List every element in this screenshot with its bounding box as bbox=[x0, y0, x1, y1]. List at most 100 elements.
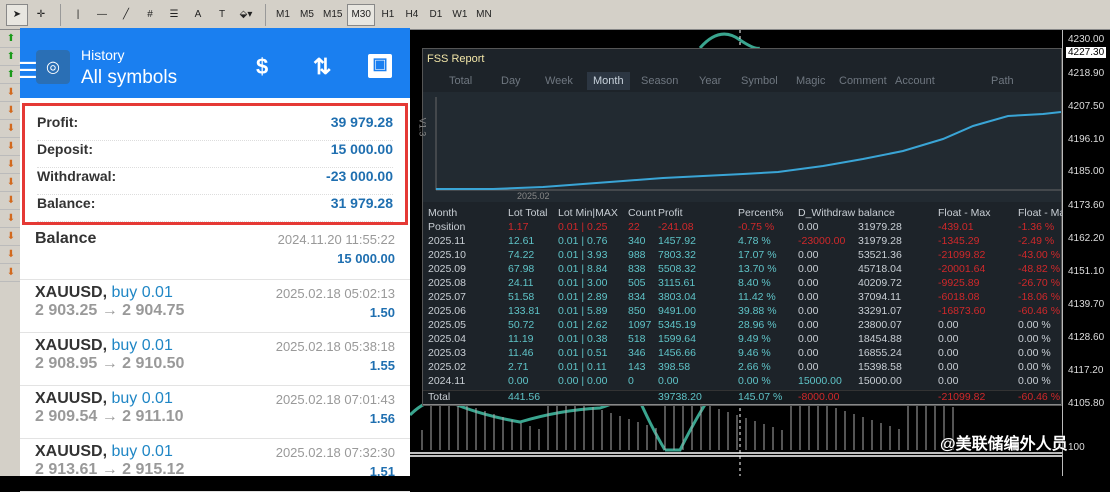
tab-day[interactable]: Day bbox=[501, 75, 521, 87]
timeframe-mn[interactable]: MN bbox=[473, 4, 495, 26]
total-cell: 441.56 bbox=[508, 391, 541, 403]
calendar-icon[interactable]: ▣ bbox=[368, 54, 392, 78]
tab-week[interactable]: Week bbox=[545, 75, 573, 87]
watermark: @美联储编外人员 bbox=[940, 436, 1068, 453]
trendline-tool[interactable]: ╱ bbox=[115, 4, 137, 26]
total-cell: Total bbox=[428, 391, 451, 403]
tab-account[interactable]: Account bbox=[895, 75, 935, 87]
text-label-tool-icon[interactable]: T bbox=[211, 4, 233, 26]
symbol-row[interactable]: ⬇ bbox=[0, 138, 22, 156]
table-cell: 5345.19 bbox=[658, 319, 696, 331]
total-cell: -8000.00 bbox=[798, 391, 840, 403]
trade-item[interactable]: XAUUSD, buy 0.01 2 908.95 → 2 910.50 2025.… bbox=[20, 333, 410, 386]
horizontal-line-tool[interactable]: — bbox=[91, 4, 113, 26]
table-cell: 2024.11 bbox=[428, 375, 466, 387]
crosshair-tool[interactable]: ✛ bbox=[30, 4, 52, 26]
symbol-row[interactable]: ⬇ bbox=[0, 174, 22, 192]
text-tool[interactable]: A bbox=[187, 4, 209, 26]
table-cell: 0.00 % bbox=[738, 375, 771, 387]
table-row: 2025.07 51.58 0.01 | 2.89 834 3803.04 11.42 %… bbox=[423, 291, 1061, 305]
sort-icon[interactable]: ⇅ bbox=[313, 54, 331, 80]
symbol-row[interactable]: ⬇ bbox=[0, 246, 22, 264]
tab-comment[interactable]: Comment bbox=[839, 75, 887, 87]
arrows-tool-icon[interactable]: ⬙▾ bbox=[235, 4, 257, 26]
trade-title: XAUUSD, buy 0.01 bbox=[35, 443, 173, 461]
column-header: Float - Max bbox=[938, 207, 991, 219]
price-label: 4128.60 bbox=[1068, 332, 1105, 343]
vertical-line-tool[interactable]: | bbox=[67, 4, 89, 26]
timeframe-m5[interactable]: M5 bbox=[296, 4, 318, 26]
channel-tool-icon[interactable]: # bbox=[139, 4, 161, 26]
timeframe-m1[interactable]: M1 bbox=[272, 4, 294, 26]
menu-icon[interactable]: ☰ bbox=[18, 58, 38, 84]
indicator-line bbox=[698, 32, 761, 50]
table-cell: -18.06 % bbox=[1018, 291, 1061, 303]
table-cell: -1.36 % bbox=[1018, 221, 1055, 233]
timeframe-w1[interactable]: W1 bbox=[449, 4, 471, 26]
table-cell: 0.00 bbox=[798, 333, 819, 345]
symbol-filter[interactable]: All symbols bbox=[81, 67, 177, 89]
total-cell: -21099.82 bbox=[938, 391, 986, 403]
table-cell: 28.96 % bbox=[738, 319, 777, 331]
table-cell: 5508.32 bbox=[658, 263, 696, 275]
price-label: 100 bbox=[1068, 442, 1085, 453]
summary-row: Balance: 31 979.28 bbox=[37, 195, 393, 222]
timeframe-d1[interactable]: D1 bbox=[425, 4, 447, 26]
table-cell: 2.66 % bbox=[738, 361, 771, 373]
column-header: Lot Total bbox=[508, 207, 548, 219]
cursor-tool[interactable]: ➤ bbox=[6, 3, 28, 26]
arrow-down-icon: ⬇ bbox=[6, 231, 16, 242]
trade-date: 2025.02.18 07:01:43 bbox=[275, 392, 395, 407]
table-cell: 0.00 bbox=[938, 319, 959, 331]
symbol-row[interactable]: ⬇ bbox=[0, 210, 22, 228]
tab-season[interactable]: Season bbox=[641, 75, 678, 87]
symbol-row[interactable]: ⬇ bbox=[0, 192, 22, 210]
timeframe-m15[interactable]: M15 bbox=[320, 4, 345, 26]
timeframe-m30[interactable]: M30 bbox=[347, 3, 375, 26]
table-cell: 3115.61 bbox=[658, 277, 696, 289]
tab-total[interactable]: Total bbox=[449, 75, 472, 87]
table-cell: 9.49 % bbox=[738, 333, 771, 345]
trade-date: 2025.02.18 07:32:30 bbox=[275, 445, 395, 460]
trade-symbol: XAUUSD, bbox=[35, 390, 108, 407]
deposit-swap-icon[interactable]: $ bbox=[256, 54, 268, 80]
tab-symbol[interactable]: Symbol bbox=[741, 75, 778, 87]
trade-side: buy 0.01 bbox=[111, 390, 173, 407]
table-row: 2025.08 24.11 0.01 | 3.00 505 3115.61 8.40 % 0… bbox=[423, 277, 1061, 291]
balance-title: Balance bbox=[35, 230, 97, 247]
symbol-row[interactable]: ⬇ bbox=[0, 84, 22, 102]
symbol-row[interactable]: ⬇ bbox=[0, 264, 22, 282]
symbol-row[interactable]: ⬇ bbox=[0, 120, 22, 138]
price-axis: 4230.00 4218.90 4207.50 4196.10 4185.00 4173.… bbox=[1062, 30, 1110, 476]
timeframe-h4[interactable]: H4 bbox=[401, 4, 423, 26]
table-cell: 0.01 | 2.62 bbox=[558, 319, 608, 331]
symbol-row[interactable]: ⬇ bbox=[0, 156, 22, 174]
tab-year[interactable]: Year bbox=[699, 75, 721, 87]
balance-item[interactable]: Balance 2024.11.20 11:55:22 15 000.00 bbox=[20, 226, 410, 280]
table-cell: 17.07 % bbox=[738, 249, 777, 261]
arrow-down-icon: ⬇ bbox=[6, 267, 16, 278]
table-cell: 2025.11 bbox=[428, 235, 466, 247]
table-cell: 988 bbox=[628, 249, 646, 261]
tab-month[interactable]: Month bbox=[587, 72, 630, 90]
timeframe-h1[interactable]: H1 bbox=[377, 4, 399, 26]
table-cell: 2025.10 bbox=[428, 249, 466, 261]
arrow-down-icon: ⬇ bbox=[6, 195, 16, 206]
symbol-row[interactable]: ⬇ bbox=[0, 228, 22, 246]
trade-item[interactable]: XAUUSD, buy 0.01 2 913.61 → 2 915.12 2025.… bbox=[20, 439, 410, 492]
summary-label: Withdrawal: bbox=[37, 168, 117, 184]
trade-item[interactable]: XAUUSD, buy 0.01 2 903.25 → 2 904.75 2025.… bbox=[20, 280, 410, 333]
table-cell: 0.01 | 8.84 bbox=[558, 263, 608, 275]
table-row: 2025.10 74.22 0.01 | 3.93 988 7803.32 17.07 %… bbox=[423, 249, 1061, 263]
price-label: 4196.10 bbox=[1068, 134, 1105, 145]
trade-prices: 2 913.61 → 2 915.12 bbox=[35, 461, 185, 478]
price-label: 4162.20 bbox=[1068, 233, 1105, 244]
tab-magic[interactable]: Magic bbox=[796, 75, 825, 87]
trade-item[interactable]: XAUUSD, buy 0.01 2 909.54 → 2 911.10 2025.… bbox=[20, 386, 410, 439]
tab-path[interactable]: Path bbox=[991, 75, 1014, 87]
table-cell: -20001.64 bbox=[938, 263, 986, 275]
symbol-row[interactable]: ⬇ bbox=[0, 102, 22, 120]
fibonacci-tool-icon[interactable]: ☰ bbox=[163, 4, 185, 26]
symbol-row[interactable]: ⬆ bbox=[0, 30, 22, 48]
table-cell: 37094.11 bbox=[858, 291, 902, 303]
